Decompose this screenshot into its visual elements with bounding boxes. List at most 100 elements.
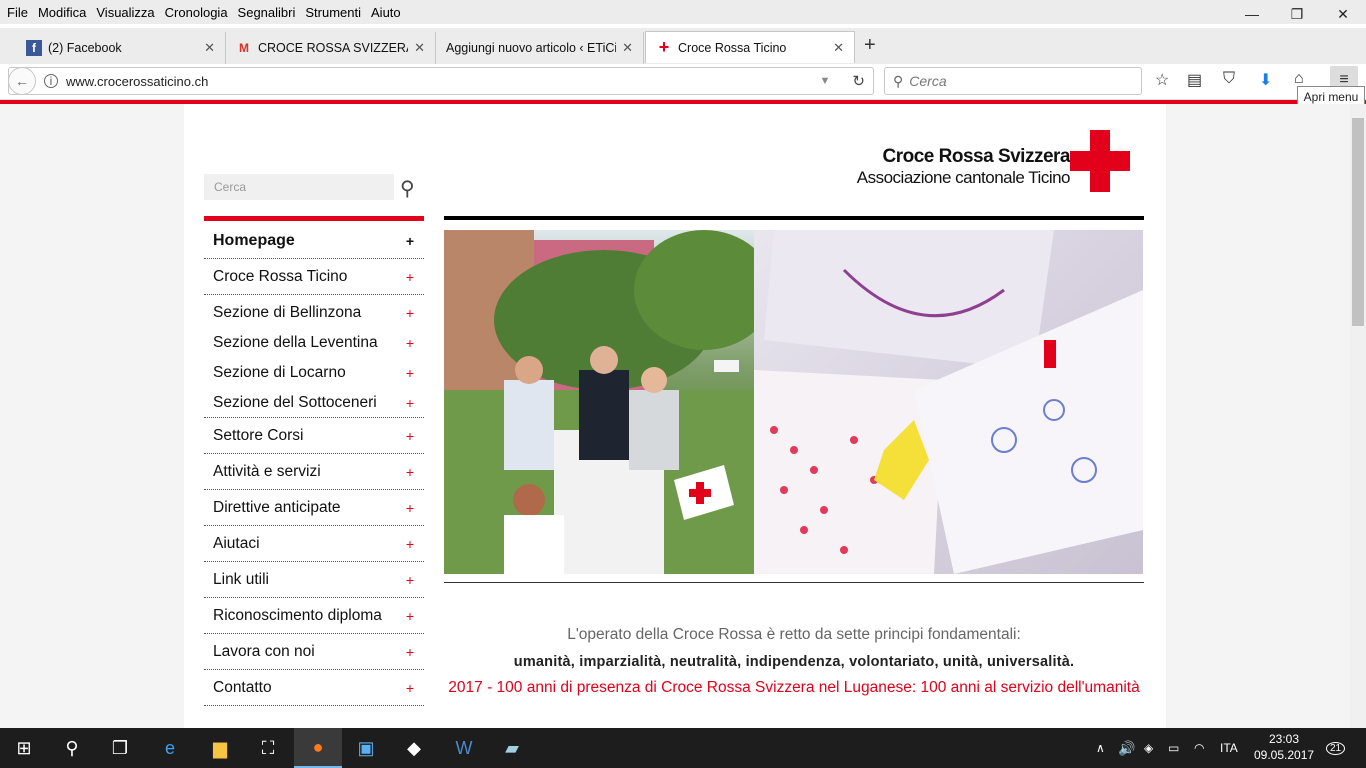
app-icon[interactable]: ▣ bbox=[342, 728, 390, 768]
reload-icon[interactable]: ↻ bbox=[852, 72, 865, 90]
notification-count: 21 bbox=[1326, 741, 1346, 755]
close-tab-icon[interactable]: ✕ bbox=[833, 40, 844, 56]
logo-line1: Croce Rossa Svizzera bbox=[882, 146, 1071, 167]
tab-croce-rossa[interactable]: + Croce Rossa Ticino ✕ bbox=[645, 31, 855, 63]
close-tab-icon[interactable]: ✕ bbox=[414, 40, 425, 56]
plus-icon[interactable]: + bbox=[406, 305, 414, 321]
plus-icon[interactable]: + bbox=[406, 428, 414, 444]
nav-label: Homepage bbox=[213, 231, 295, 249]
menu-modifica[interactable]: Modifica bbox=[38, 5, 86, 20]
menu-aiuto[interactable]: Aiuto bbox=[371, 5, 401, 20]
scrollbar-thumb[interactable] bbox=[1352, 118, 1364, 326]
nav-item-sezione-leventina[interactable]: Sezione della Leventina + bbox=[204, 328, 424, 358]
action-center-icon[interactable]: 21 bbox=[1326, 728, 1346, 768]
nav-item-sezione-sottoceneri[interactable]: Sezione del Sottoceneri + bbox=[204, 388, 424, 418]
plus-icon[interactable]: + bbox=[406, 269, 414, 285]
dropbox-icon[interactable]: ◆ bbox=[390, 728, 438, 768]
nav-label: Direttive anticipate bbox=[213, 498, 341, 516]
clock-date: 09.05.2017 bbox=[1254, 748, 1315, 762]
nav-item-link-utili[interactable]: Link utili + bbox=[204, 562, 424, 598]
tab-title: CROCE ROSSA SVIZZERA - A bbox=[258, 41, 409, 55]
address-bar[interactable]: ← i www.crocerossaticino.ch ▼ ↻ bbox=[8, 67, 874, 95]
nav-item-aiutaci[interactable]: Aiutaci + bbox=[204, 526, 424, 562]
nav-item-sezione-locarno[interactable]: Sezione di Locarno + bbox=[204, 358, 424, 388]
plus-icon[interactable]: + bbox=[406, 500, 414, 516]
store-icon[interactable]: ⛶ bbox=[244, 728, 292, 768]
nav-item-homepage[interactable]: Homepage + bbox=[204, 223, 424, 259]
nav-item-sezione-bellinzona[interactable]: Sezione di Bellinzona + bbox=[204, 298, 424, 328]
search-icon[interactable]: ⚲ bbox=[48, 728, 96, 768]
plus-icon[interactable]: + bbox=[406, 395, 414, 411]
anniversary-headline[interactable]: 2017 - 100 anni di presenza di Croce Ros… bbox=[444, 678, 1144, 697]
close-tab-icon[interactable]: ✕ bbox=[204, 40, 215, 56]
wifi-icon[interactable]: ◠ bbox=[1194, 728, 1204, 768]
new-tab-button[interactable]: + bbox=[864, 34, 876, 57]
language-indicator[interactable]: ITA bbox=[1220, 728, 1238, 768]
tray-chevron-icon[interactable]: ∧ bbox=[1096, 728, 1105, 768]
info-icon[interactable]: i bbox=[44, 74, 58, 88]
battery-icon[interactable]: ▭ bbox=[1168, 728, 1179, 768]
nav-label: Contatto bbox=[213, 678, 272, 696]
search-magnifier-icon[interactable]: ⚲ bbox=[400, 176, 415, 201]
nav-item-settore-corsi[interactable]: Settore Corsi + bbox=[204, 418, 424, 454]
plus-icon[interactable]: + bbox=[406, 233, 414, 249]
menu-bar: File Modifica Visualizza Cronologia Segn… bbox=[0, 0, 1366, 24]
site-search-input[interactable]: Cerca bbox=[204, 174, 394, 200]
dropdown-arrow-icon[interactable]: ▼ bbox=[820, 75, 831, 87]
menu-segnalibri[interactable]: Segnalibri bbox=[238, 5, 296, 20]
tab-bar: f (2) Facebook ✕ M CROCE ROSSA SVIZZERA … bbox=[0, 28, 1366, 64]
hero-slideshow[interactable] bbox=[444, 230, 1143, 574]
nav-item-riconoscimento-diploma[interactable]: Riconoscimento diploma + bbox=[204, 598, 424, 634]
windows-start-icon[interactable]: ⊞ bbox=[0, 728, 48, 768]
plus-icon[interactable]: + bbox=[406, 644, 414, 660]
menu-strumenti[interactable]: Strumenti bbox=[305, 5, 361, 20]
firefox-icon[interactable]: ● bbox=[294, 728, 342, 768]
bookmark-star-icon[interactable]: ☆ bbox=[1155, 70, 1169, 90]
plus-icon[interactable]: + bbox=[406, 572, 414, 588]
task-view-icon[interactable]: ❐ bbox=[96, 728, 144, 768]
close-tab-icon[interactable]: ✕ bbox=[622, 40, 633, 56]
notes-app-icon[interactable]: ▰ bbox=[488, 728, 536, 768]
file-explorer-icon[interactable]: ▆ bbox=[196, 728, 244, 768]
red-cross-logo[interactable] bbox=[1070, 130, 1130, 192]
menu-visualizza[interactable]: Visualizza bbox=[96, 5, 154, 20]
menu-file[interactable]: File bbox=[7, 5, 28, 20]
nav-item-direttive-anticipate[interactable]: Direttive anticipate + bbox=[204, 490, 424, 526]
tab-gmail[interactable]: M CROCE ROSSA SVIZZERA - A ✕ bbox=[226, 32, 436, 64]
close-window-button[interactable]: ✕ bbox=[1320, 0, 1366, 28]
back-arrow-icon[interactable]: ← bbox=[8, 67, 36, 95]
tab-facebook[interactable]: f (2) Facebook ✕ bbox=[16, 32, 226, 64]
nav-label: Riconoscimento diploma bbox=[213, 606, 382, 624]
page-scrollbar[interactable] bbox=[1350, 104, 1366, 728]
url-text[interactable]: www.crocerossaticino.ch bbox=[66, 74, 820, 89]
volume-icon[interactable]: 🔊 bbox=[1118, 728, 1135, 768]
nav-item-contatto[interactable]: Contatto + bbox=[204, 670, 424, 706]
download-icon[interactable]: ⬇ bbox=[1259, 70, 1272, 90]
minimize-button[interactable]: — bbox=[1229, 0, 1275, 28]
edge-browser-icon[interactable]: e bbox=[146, 728, 194, 768]
web-page: Cerca ⚲ Croce Rossa Svizzera Associazion… bbox=[0, 104, 1350, 728]
tab-eticin[interactable]: Aggiungi nuovo articolo ‹ ETiCin ✕ bbox=[436, 32, 644, 64]
reading-list-icon[interactable]: ▤ bbox=[1187, 70, 1202, 90]
system-clock[interactable]: 23:03 09.05.2017 bbox=[1254, 731, 1314, 763]
pocket-icon[interactable]: ⛉ bbox=[1223, 70, 1235, 88]
site-logo-text[interactable]: Croce Rossa Svizzera Associazione canton… bbox=[857, 146, 1071, 188]
plus-icon[interactable]: + bbox=[406, 608, 414, 624]
nav-item-lavora-con-noi[interactable]: Lavora con noi + bbox=[204, 634, 424, 670]
restore-button[interactable]: ❐ bbox=[1274, 0, 1320, 28]
plus-icon[interactable]: + bbox=[406, 680, 414, 696]
plus-icon[interactable]: + bbox=[406, 536, 414, 552]
principles-intro: L'operato della Croce Rossa è retto da s… bbox=[567, 626, 1021, 643]
plus-icon[interactable]: + bbox=[406, 464, 414, 480]
nav-item-attivita-servizi[interactable]: Attività e servizi + bbox=[204, 454, 424, 490]
plus-icon[interactable]: + bbox=[406, 335, 414, 351]
dropbox-tray-icon[interactable]: ◈ bbox=[1144, 728, 1153, 768]
tab-title: (2) Facebook bbox=[48, 41, 122, 55]
nav-item-croce-rossa-ticino[interactable]: Croce Rossa Ticino + bbox=[204, 259, 424, 295]
word-icon[interactable]: W bbox=[440, 728, 488, 768]
menu-cronologia[interactable]: Cronologia bbox=[165, 5, 228, 20]
principles-list: umanità, imparzialità, neutralità, indip… bbox=[513, 654, 1075, 670]
plus-icon[interactable]: + bbox=[406, 365, 414, 381]
browser-search-input[interactable]: ⚲ Cerca bbox=[884, 67, 1142, 95]
gmail-icon: M bbox=[239, 41, 249, 55]
